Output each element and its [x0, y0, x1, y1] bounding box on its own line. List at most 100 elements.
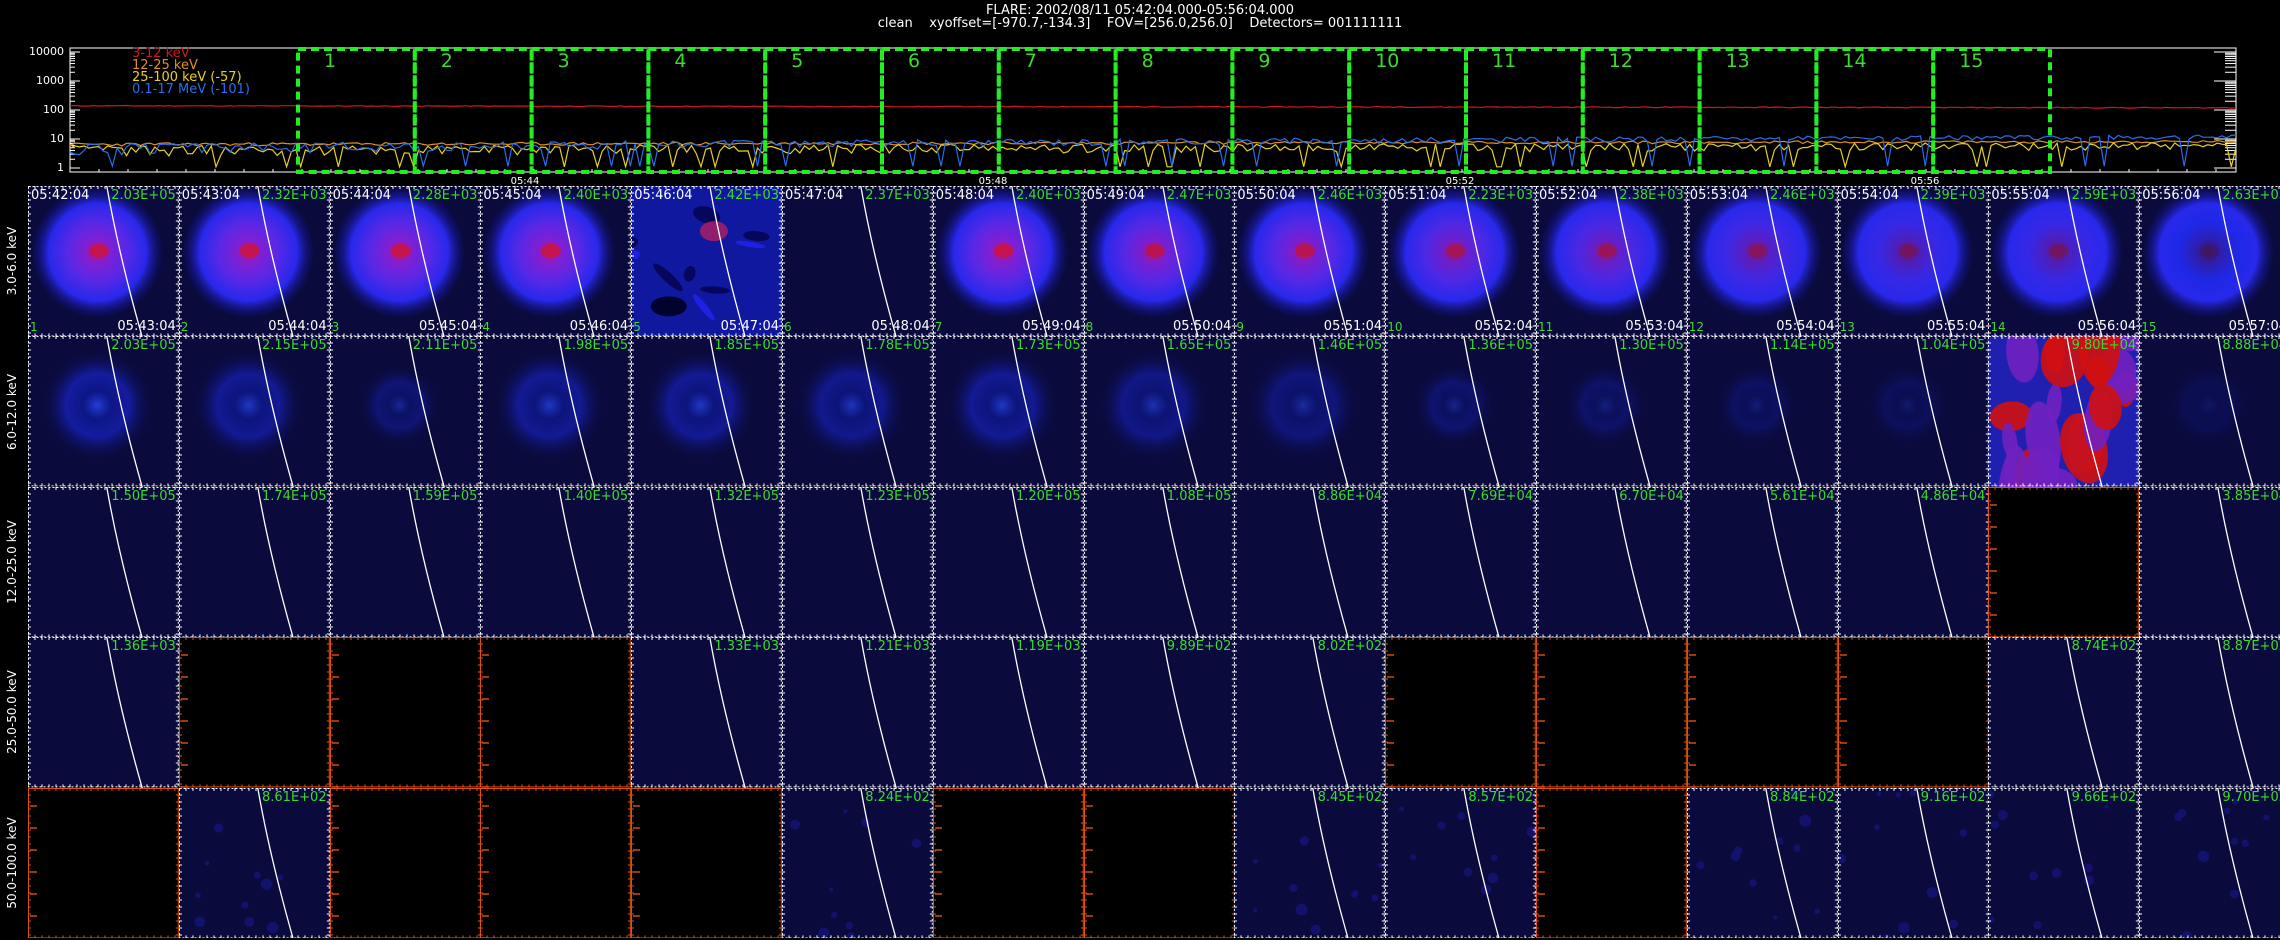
cell-image [1837, 186, 1989, 337]
time-window-box [1814, 47, 1936, 174]
noise-speck [1289, 883, 1298, 892]
image-cell: 1.36E+03 [28, 637, 179, 788]
image-cell: 3.85E+04 [2139, 486, 2280, 638]
image-cell: 8.02E+02 [1234, 637, 1386, 788]
cell-image [329, 637, 481, 788]
image-cell: 1.30E+05 [1536, 336, 1687, 487]
noise-speck [260, 878, 273, 890]
max-value-label: 1.40E+05 [563, 488, 629, 504]
cell-image [2139, 486, 2280, 638]
time-window-box [996, 47, 1118, 174]
cell-image [631, 637, 782, 788]
max-value-label: 1.98E+05 [563, 338, 629, 354]
cell-image [1837, 787, 1989, 938]
image-cell [1536, 787, 1687, 938]
start-time-label: 05:45:04 [483, 188, 542, 203]
source-core [993, 243, 1014, 258]
max-value-label: 2.42E+03 [714, 188, 779, 203]
cell-image [1536, 336, 1687, 487]
image-cell: 1.33E+03 [631, 637, 782, 788]
image-cell: 1.14E+05 [1686, 336, 1838, 487]
end-time-label: 05:43:04 [117, 319, 176, 335]
time-window-number: 4 [674, 50, 687, 72]
cell-image [1686, 486, 1838, 638]
max-value-label: 8.87E+02 [2222, 639, 2280, 655]
noise-speck [911, 838, 922, 848]
cell-image [1234, 486, 1386, 638]
time-window-number: 2 [440, 50, 453, 72]
cell-image [28, 787, 179, 938]
cell-image [782, 787, 933, 938]
noise-speck [1897, 921, 1910, 934]
image-cell: 2.11E+05 [329, 336, 481, 487]
cell-image [178, 787, 330, 938]
noise-speck [266, 921, 279, 933]
noise-speck [1487, 872, 1499, 883]
cell-image [1837, 336, 1989, 487]
end-time-label: 05:54:04 [1776, 319, 1835, 335]
image-cell: 8.88E+04 [2139, 336, 2280, 487]
cell-image [932, 637, 1084, 788]
time-window-number: 3 [557, 50, 570, 72]
max-value-label: 3.85E+04 [2222, 488, 2280, 504]
source-emission [794, 348, 909, 463]
image-cell: 6.70E+04 [1536, 486, 1687, 638]
image-grid: 2.03E+05 05:42:04 05:43:04 1 2.32E+03 05:43:0… [28, 186, 2280, 938]
image-cell: 1.98E+05 [480, 336, 632, 487]
start-time-label: 05:44:04 [332, 188, 391, 203]
cell-image [1686, 637, 1838, 788]
image-cell: 2.40E+03 05:48:04 05:49:04 7 [932, 186, 1084, 337]
noise-speck [1772, 914, 1778, 920]
energy-band-text: 3.0-6.0 keV [5, 226, 19, 296]
noise-blob [650, 296, 687, 317]
cell-image [782, 637, 933, 788]
cell-image [1686, 336, 1838, 487]
cell-image [1083, 336, 1235, 487]
noise-speck [213, 822, 224, 833]
max-value-label: 7.69E+04 [1468, 488, 1533, 504]
image-cell: 5.61E+04 [1686, 486, 1838, 638]
time-window-number: 8 [1141, 50, 1154, 72]
cell-index-label: 6 [784, 320, 792, 335]
source-core [2200, 243, 2221, 258]
noise-speck [2230, 837, 2239, 845]
max-value-label: 1.50E+05 [111, 488, 176, 504]
lightcurve-plot [69, 47, 2237, 174]
start-time-label: 05:47:04 [785, 188, 844, 203]
end-time-label: 05:48:04 [871, 319, 930, 335]
start-time-label: 05:53:04 [1689, 188, 1749, 203]
max-value-label: 1.33E+03 [714, 639, 779, 655]
cell-image [1234, 637, 1386, 788]
cell-image [1988, 186, 2140, 337]
image-cell: 8.45E+02 [1234, 787, 1386, 938]
end-time-label: 05:49:04 [1022, 319, 1081, 335]
image-cell [1686, 637, 1838, 788]
max-value-label: 1.65E+05 [1166, 338, 1232, 354]
image-cell: 1.08E+05 [1083, 486, 1235, 638]
energy-band-label: 12.0-25.0 keV [0, 487, 24, 637]
time-window-box [529, 47, 651, 174]
cell-image [631, 186, 782, 337]
image-cell: 2.47E+03 05:49:04 05:50:04 8 [1083, 186, 1235, 337]
noise-speck [1351, 890, 1359, 898]
cell-image [1988, 637, 2140, 788]
start-time-label: 05:46:04 [634, 188, 693, 203]
y-tick-label: 100 [43, 103, 64, 116]
image-cell: 1.36E+05 [1385, 336, 1536, 487]
max-value-label: 8.88E+04 [2222, 338, 2280, 354]
cell-image [178, 486, 330, 638]
image-cell: 2.28E+03 05:44:04 05:45:04 3 [329, 186, 481, 337]
max-value-label: 1.32E+05 [714, 488, 779, 504]
end-time-label: 05:53:04 [1625, 319, 1684, 335]
image-cell [1837, 637, 1989, 788]
max-value-label: 8.57E+02 [1468, 789, 1533, 805]
source-core [239, 243, 260, 258]
energy-band-text: 25.0-50.0 keV [5, 670, 19, 755]
cell-image [2139, 186, 2280, 337]
time-window-number: 7 [1024, 50, 1037, 72]
time-window-box [1347, 47, 1468, 174]
cell-image [1837, 486, 1989, 638]
cell-image [1837, 637, 1989, 788]
image-cell: 2.63E+03 05:56:04 05:57:04 15 [2139, 186, 2280, 337]
image-cell: 4.86E+04 [1837, 486, 1989, 638]
